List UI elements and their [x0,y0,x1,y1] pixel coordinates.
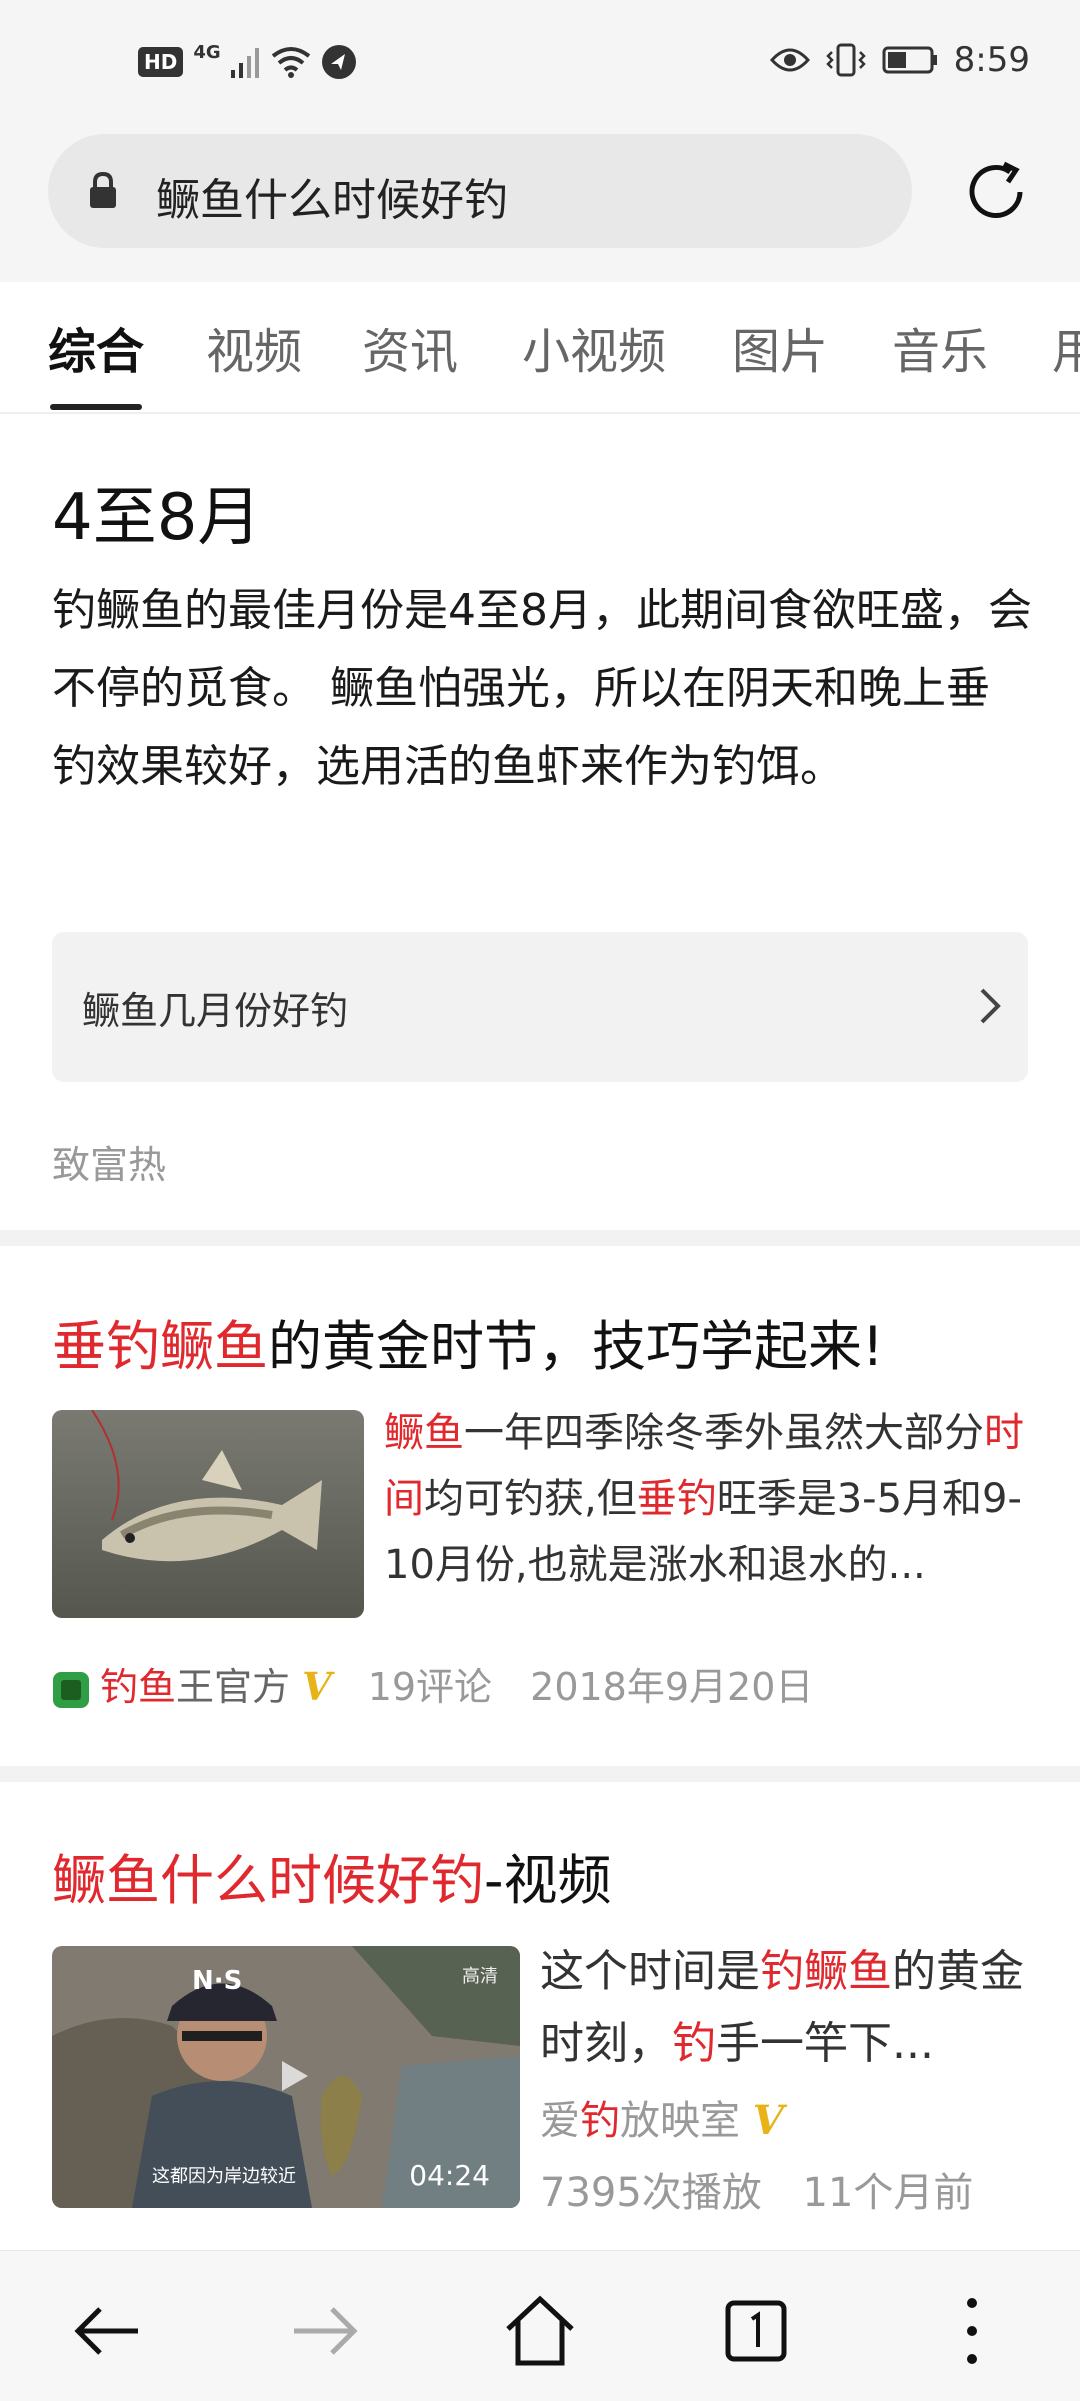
status-left: HD 4G [138,41,357,80]
result-meta: 钓鱼王官方 V 19评论 2018年9月20日 [52,1656,813,1711]
video-quality: 高清 [462,1966,498,1987]
publish-date: 2018年9月20日 [530,1665,814,1709]
snippet-highlight: 钓鳜鱼 [760,1946,892,1997]
tab-count-icon [725,2300,787,2362]
result-snippet: 这个时间是钓鳜鱼的黄金时刻，钓手一竿下... [540,1936,1034,2080]
title-highlight: 垂钓鳜鱼 [52,1315,268,1378]
home-icon [506,2295,574,2366]
author-name: 放映室 [620,2098,740,2144]
vibrate-icon [825,43,866,77]
chevron-right-icon [980,988,1001,1024]
search-bar[interactable]: 鳜鱼什么时候好钓 [48,134,912,248]
snippet-text: 一年四季除冬季外虽然大部分 [464,1410,984,1456]
result-snippet: 鳜鱼一年四季除冬季外虽然大部分时间均可钓获,但垂钓旺季是3-5月和9-10月份,… [384,1400,1034,1598]
forward-arrow-icon [294,2307,358,2355]
video-thumbnail[interactable]: N·S 高清 这都因为岸边较近 04:24 [52,1946,520,2208]
network-type: 4G [193,41,221,63]
hd-badge: HD [138,47,184,77]
answer-body: 钓鳜鱼的最佳月份是4至8月，此期间食欲旺盛，会不停的觅食。 鳜鱼怕强光，所以在阴… [52,585,1032,792]
notification-app-icon [321,45,356,79]
refresh-button[interactable] [960,156,1032,228]
tab-images[interactable]: 图片 [732,312,828,382]
answer-title: 4至8月 [52,481,262,555]
wifi-icon [271,47,310,78]
cap-text: N·S [192,1966,243,1996]
search-query: 鳜鱼什么时候好钓 [156,175,508,226]
lock-icon [90,172,116,208]
category-tabs: 综合 视频 资讯 小视频 图片 音乐 用 [0,282,1080,414]
tabs-button[interactable] [716,2291,796,2371]
snippet-text: 均可钓获,但 [424,1476,637,1522]
more-vertical-icon [967,2298,977,2364]
video-age: 11个月前 [802,2170,974,2216]
tab-all[interactable]: 综合 [48,312,144,382]
tab-more[interactable]: 用 [1052,312,1080,382]
verified-badge: V [752,2097,784,2144]
title-text: 的黄金时节，技巧学起来! [268,1315,884,1378]
tab-news[interactable]: 资讯 [362,312,458,382]
tab-music[interactable]: 音乐 [892,312,988,382]
back-arrow-icon [74,2307,138,2355]
back-button[interactable] [68,2291,148,2371]
snippet-highlight: 鳜鱼 [384,1410,464,1456]
tab-short-video[interactable]: 小视频 [522,312,666,382]
signal-icon [230,48,259,78]
snippet-text: 手一竿下... [716,2018,934,2069]
more-menu-button[interactable] [932,2291,1012,2371]
bottom-navigation [0,2250,1080,2401]
play-count: 7395次播放 [540,2170,762,2216]
status-bar: HD 4G 8:59 [0,0,1080,130]
video-caption: 这都因为岸边较近 [152,2166,296,2187]
refresh-icon [969,161,1023,218]
comment-count: 19评论 [367,1665,493,1709]
home-button[interactable] [500,2291,580,2371]
battery-icon [882,46,937,74]
related-query-text: 鳜鱼几月份好钓 [82,989,349,1033]
clock: 8:59 [953,40,1030,80]
author-highlight: 钓鱼 [100,1665,177,1709]
channel-avatar [53,1671,89,1708]
title-highlight: 鳜鱼什么时候好钓 [52,1849,484,1912]
verified-badge: V [302,1664,332,1709]
forward-button[interactable] [284,2291,364,2371]
result-title[interactable]: 垂钓鳜鱼的黄金时节，技巧学起来! [52,1302,884,1381]
active-tab-indicator [50,404,142,410]
author-name: 王官方 [176,1665,291,1709]
result-thumbnail[interactable] [52,1410,364,1618]
section-divider [0,1230,1080,1246]
eye-icon [769,48,810,72]
video-author[interactable]: 爱钓放映室 V [540,2088,784,2146]
result-title[interactable]: 鳜鱼什么时候好钓-视频 [52,1836,612,1915]
video-duration: 04:24 [409,2159,490,2192]
author-highlight: 钓 [580,2098,620,2144]
section-divider [0,1766,1080,1782]
title-text: -视频 [484,1849,612,1912]
status-right: 8:59 [769,40,1030,80]
snippet-highlight: 垂钓 [636,1476,717,1522]
video-stats: 7395次播放 11个月前 [540,2160,973,2218]
snippet-highlight: 钓 [672,2018,716,2069]
fish-photo [52,1410,364,1618]
author-name: 爱 [540,2098,580,2144]
related-query-button[interactable]: 鳜鱼几月份好钓 [52,932,1028,1082]
tab-video[interactable]: 视频 [206,312,302,382]
answer-source[interactable]: 致富热 [52,1134,166,1189]
snippet-text: 这个时间是 [540,1946,760,1997]
